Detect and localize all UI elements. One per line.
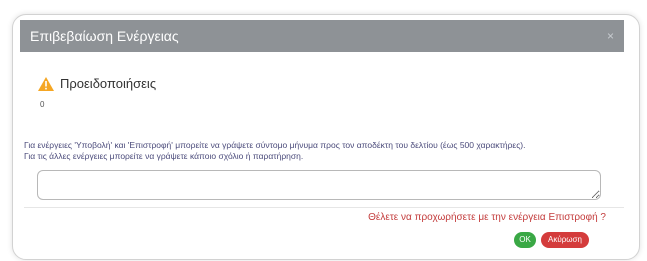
close-icon[interactable]: ×: [607, 20, 614, 52]
ok-button[interactable]: ΟΚ: [514, 232, 536, 248]
dialog-titlebar: Επιβεβαίωση Ενέργειας ×: [20, 20, 624, 52]
help-line-1: Για ενέργειες 'Υποβολή' και 'Επιστροφή' …: [24, 140, 526, 150]
confirm-question: Θέλετε να προχωρήσετε με την ενέργεια Επ…: [368, 212, 606, 223]
warnings-count: 0: [40, 100, 45, 109]
divider: [24, 207, 624, 208]
help-line-2: Για τις άλλες ενέργειες μπορείτε να γράψ…: [24, 151, 304, 161]
message-textarea[interactable]: [37, 170, 601, 200]
warnings-title: Προειδοποιήσεις: [60, 76, 157, 91]
warning-triangle-icon: [38, 76, 54, 91]
help-text: Για ενέργειες 'Υποβολή' και 'Επιστροφή' …: [24, 140, 624, 162]
dialog-title: Επιβεβαίωση Ενέργειας: [30, 28, 179, 44]
cancel-button[interactable]: Ακύρωση: [541, 232, 589, 248]
warnings-header: Προειδοποιήσεις: [38, 76, 156, 91]
